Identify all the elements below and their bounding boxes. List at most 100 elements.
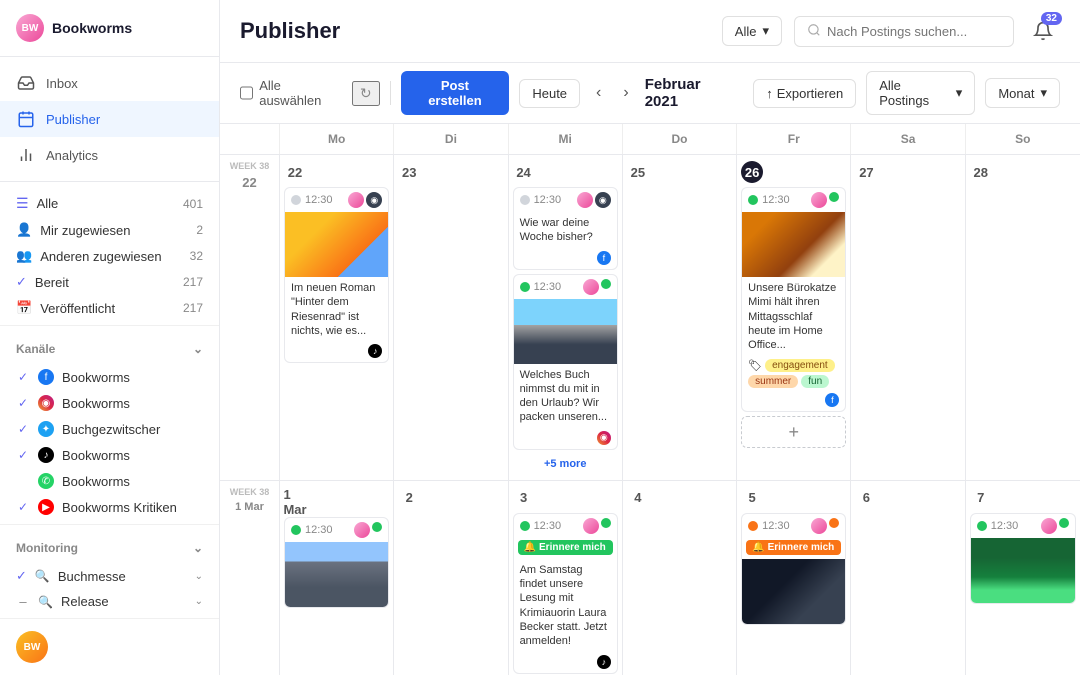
select-all[interactable]: Alle auswählen (240, 78, 342, 108)
add-post-fr26[interactable]: + (741, 416, 846, 448)
post-green-dot-buch (601, 279, 611, 289)
select-all-checkbox[interactable] (240, 86, 253, 100)
post-time-woche: 12:30 (534, 194, 562, 206)
channel-fb-check: ✓ (16, 370, 30, 384)
fb-post-icon-woche: f (597, 251, 611, 265)
export-label: Exportieren (777, 86, 843, 101)
cal-cell-di-2: 2 (394, 481, 508, 675)
post-card-cat[interactable]: 12:30 Unsere Bürokatze Mimi hält ihren M… (741, 187, 846, 412)
date-26-today: 26 (741, 161, 763, 183)
post-card-ferris[interactable]: 12:30 ◉ Im neuen Roman "Hinter dem Riese… (284, 187, 389, 363)
monitoring-release[interactable]: – 🔍 Release ⌄ (0, 589, 219, 614)
post-card-cat-header: 12:30 (742, 188, 845, 212)
week-38b-label: Week 38 1 Mar (220, 481, 280, 675)
all-postings-chevron: ▾ (956, 85, 963, 101)
calendar: Mo Di Mi Do Fr Sa So Week 38 22 22 12:30 (220, 124, 1080, 675)
post-card-speaker-header: 12:30 (742, 514, 845, 538)
tag-fun: fun (801, 375, 829, 388)
tt-post-icon-lesung: ♪ (597, 655, 611, 669)
channel-wa-label: Bookworms (62, 474, 130, 489)
export-button[interactable]: ↑ Exportieren (753, 79, 856, 108)
filter-veroeffentlicht[interactable]: 📅 Veröffentlicht 217 (0, 295, 219, 321)
publisher-label: Publisher (46, 112, 100, 127)
filter-veroeffentlicht-label: Veröffentlicht (40, 301, 115, 316)
notification-button[interactable]: 32 (1026, 14, 1060, 48)
post-img-ferris (285, 212, 388, 277)
release-icon: 🔍 (38, 595, 53, 609)
post-icons-lesung (583, 518, 611, 534)
cal-cell-sa-27: 27 (851, 155, 965, 481)
post-time-buch: 12:30 (534, 281, 562, 293)
sidebar-header: BW Bookworms (0, 0, 219, 57)
cal-cell-so-7: 7 12:30 (966, 481, 1080, 675)
channel-wa[interactable]: ✓ ✆ Bookworms (0, 468, 219, 494)
filter-mir[interactable]: 👤 Mir zugewiesen 2 (0, 217, 219, 243)
date-28: 28 (970, 161, 992, 183)
nav-analytics[interactable]: Analytics (0, 137, 219, 173)
post-card-lesung-header: 12:30 (514, 514, 617, 538)
post-time-speaker: 12:30 (762, 520, 790, 532)
post-card-speaker[interactable]: 12:30 🔔 Erinnere mich (741, 513, 846, 625)
post-footer-lesung: ♪ (514, 653, 617, 673)
analytics-icon (16, 145, 36, 165)
post-icons-buch (583, 279, 611, 295)
channel-ig[interactable]: ✓ ◉ Bookworms (0, 390, 219, 416)
youtube-icon: ▶ (38, 499, 54, 515)
channel-tt[interactable]: ✓ ♪ Bookworms (0, 442, 219, 468)
post-avatar2-ferris: ◉ (366, 192, 382, 208)
create-post-button[interactable]: Post erstellen (401, 71, 510, 115)
channel-ig-check: ✓ (16, 396, 30, 410)
refresh-button[interactable]: ↻ (352, 81, 380, 106)
post-card-buch[interactable]: 12:30 Welches Buch nimmst du mit in den … (513, 274, 618, 450)
search-input[interactable] (827, 24, 1001, 39)
main-nav: Inbox Publisher Analytics (0, 57, 219, 182)
filter-bereit[interactable]: ✓ Bereit 217 (0, 269, 219, 295)
cal-cell-mo-22: 22 12:30 ◉ Im neuen Roman "Hinter dem Ri… (280, 155, 394, 481)
date-1mar: 1 Mar (284, 491, 306, 513)
all-postings-dropdown[interactable]: Alle Postings ▾ (866, 71, 975, 115)
view-dropdown[interactable]: Monat ▾ (985, 78, 1060, 108)
nav-publisher[interactable]: Publisher (0, 101, 219, 137)
day-header-sa: Sa (851, 124, 965, 154)
post-avatar-forest (1041, 518, 1057, 534)
user-avatar[interactable]: BW (16, 631, 48, 663)
prev-month-button[interactable]: ‹ (590, 80, 607, 106)
post-text-lesung: Am Samstag findet unsere Lesung mit Krim… (514, 559, 617, 653)
channel-yt[interactable]: ✓ ▶ Bookworms Kritiken (0, 494, 219, 520)
tiktok-post-icon: ♪ (368, 344, 382, 358)
post-avatar-lesung (583, 518, 599, 534)
date-22: 22 (284, 161, 306, 183)
release-label: Release (61, 594, 109, 609)
channels-header[interactable]: Kanäle ⌄ (16, 342, 203, 356)
date-23: 23 (398, 161, 420, 183)
monitoring-header[interactable]: Monitoring ⌄ (16, 541, 203, 555)
post-footer-woche: f (514, 249, 617, 269)
post-card-bridge[interactable]: 12:30 (284, 517, 389, 608)
monitoring-buchmesse[interactable]: ✓ 🔍 Buchmesse ⌄ (0, 563, 219, 589)
post-card-forest[interactable]: 12:30 (970, 513, 1076, 604)
post-icons-speaker (811, 518, 839, 534)
more-posts-button[interactable]: +5 more (513, 454, 618, 474)
post-card-lesung[interactable]: 12:30 🔔 Erinnere mich Am Samstag findet … (513, 513, 618, 674)
post-card-woche[interactable]: 12:30 ◉ Wie war deine Woche bisher? f (513, 187, 618, 270)
post-img-bridge (285, 542, 388, 607)
filter-anderen[interactable]: 👥 Anderen zugewiesen 32 (0, 243, 219, 269)
post-card-ferris-header: 12:30 ◉ (285, 188, 388, 212)
post-icons-ferris: ◉ (348, 192, 382, 208)
post-avatar-ferris (348, 192, 364, 208)
today-button[interactable]: Heute (519, 79, 580, 108)
week-38-label: Week 38 22 (220, 155, 280, 481)
cal-cell-di-23: 23 (394, 155, 508, 481)
filter-veroeffentlicht-count: 217 (183, 301, 203, 315)
post-card-forest-header: 12:30 (971, 514, 1075, 538)
post-icons-cat (811, 192, 839, 208)
channel-fb[interactable]: ✓ f Bookworms (0, 364, 219, 390)
channel-tw[interactable]: ✓ ✦ Buchgezwitscher (0, 416, 219, 442)
main-content: Publisher Alle ▾ 32 Alle auswählen ↻ Pos… (220, 0, 1080, 675)
filter-dropdown[interactable]: Alle ▾ (722, 16, 782, 46)
filter-alle[interactable]: ☰ Alle 401 (0, 190, 219, 217)
next-month-button[interactable]: › (617, 80, 634, 106)
ig-post-icon: ◉ (597, 431, 611, 445)
search-icon (807, 23, 821, 40)
nav-inbox[interactable]: Inbox (0, 65, 219, 101)
